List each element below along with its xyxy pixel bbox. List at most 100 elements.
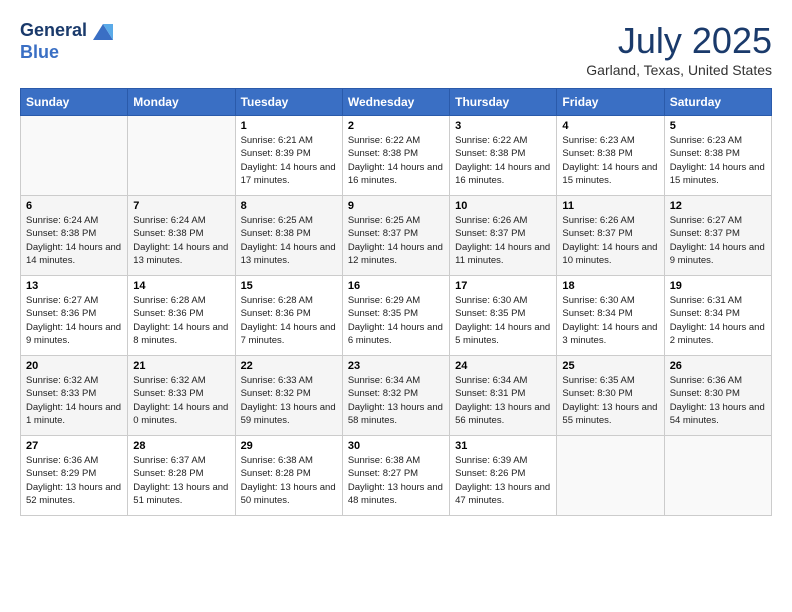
day-number: 18 [562, 280, 658, 292]
day-info: Sunrise: 6:28 AM Sunset: 8:36 PM Dayligh… [133, 294, 229, 347]
day-number: 26 [670, 360, 766, 372]
day-number: 23 [348, 360, 444, 372]
calendar-cell: 19 Sunrise: 6:31 AM Sunset: 8:34 PM Dayli… [664, 276, 771, 356]
day-info: Sunrise: 6:25 AM Sunset: 8:37 PM Dayligh… [348, 214, 444, 267]
day-number: 31 [455, 440, 551, 452]
location: Garland, Texas, United States [586, 62, 772, 78]
weekday-header: Sunday [21, 89, 128, 116]
calendar-cell: 3 Sunrise: 6:22 AM Sunset: 8:38 PM Daylig… [450, 116, 557, 196]
page-header: General Blue July 2025 Garland, Texas, U… [20, 20, 772, 78]
calendar-cell: 26 Sunrise: 6:36 AM Sunset: 8:30 PM Dayli… [664, 356, 771, 436]
calendar-cell: 17 Sunrise: 6:30 AM Sunset: 8:35 PM Dayli… [450, 276, 557, 356]
calendar-cell: 21 Sunrise: 6:32 AM Sunset: 8:33 PM Dayli… [128, 356, 235, 436]
day-number: 3 [455, 120, 551, 132]
calendar-cell: 11 Sunrise: 6:26 AM Sunset: 8:37 PM Dayli… [557, 196, 664, 276]
calendar-table: SundayMondayTuesdayWednesdayThursdayFrid… [20, 88, 772, 516]
day-info: Sunrise: 6:33 AM Sunset: 8:32 PM Dayligh… [241, 374, 337, 427]
calendar-cell [21, 116, 128, 196]
day-number: 9 [348, 200, 444, 212]
day-info: Sunrise: 6:34 AM Sunset: 8:31 PM Dayligh… [455, 374, 551, 427]
calendar-cell: 13Sunrise: 6:27 AM Sunset: 8:36 PM Dayli… [21, 276, 128, 356]
day-info: Sunrise: 6:29 AM Sunset: 8:35 PM Dayligh… [348, 294, 444, 347]
weekday-header: Monday [128, 89, 235, 116]
day-info: Sunrise: 6:24 AM Sunset: 8:38 PM Dayligh… [133, 214, 229, 267]
day-number: 12 [670, 200, 766, 212]
day-info: Sunrise: 6:23 AM Sunset: 8:38 PM Dayligh… [562, 134, 658, 187]
day-number: 30 [348, 440, 444, 452]
day-number: 22 [241, 360, 337, 372]
day-info: Sunrise: 6:38 AM Sunset: 8:27 PM Dayligh… [348, 454, 444, 507]
calendar-week-row: 1Sunrise: 6:21 AM Sunset: 8:39 PM Daylig… [21, 116, 772, 196]
day-info: Sunrise: 6:30 AM Sunset: 8:35 PM Dayligh… [455, 294, 551, 347]
logo-text: General [20, 20, 119, 42]
calendar-cell: 20Sunrise: 6:32 AM Sunset: 8:33 PM Dayli… [21, 356, 128, 436]
calendar-cell: 16 Sunrise: 6:29 AM Sunset: 8:35 PM Dayli… [342, 276, 449, 356]
day-number: 16 [348, 280, 444, 292]
calendar-cell: 10 Sunrise: 6:26 AM Sunset: 8:37 PM Dayli… [450, 196, 557, 276]
day-info: Sunrise: 6:26 AM Sunset: 8:37 PM Dayligh… [455, 214, 551, 267]
day-info: Sunrise: 6:31 AM Sunset: 8:34 PM Dayligh… [670, 294, 766, 347]
calendar-cell: 25Sunrise: 6:35 AM Sunset: 8:30 PM Dayli… [557, 356, 664, 436]
calendar-week-row: 20 Sunrise: 6:32 AM Sunset: 8:33 PM Dayli… [21, 356, 772, 436]
day-info: Sunrise: 6:27 AM Sunset: 8:36 PM Dayligh… [26, 294, 122, 347]
month-title: July 2025 [586, 20, 772, 62]
day-number: 19 [670, 280, 766, 292]
day-number: 20 [26, 360, 122, 372]
calendar-cell: 15 Sunrise: 6:28 AM Sunset: 8:36 PM Dayli… [235, 276, 342, 356]
day-number: 1 [241, 120, 337, 132]
day-number: 5 [670, 120, 766, 132]
calendar-cell: 24 Sunrise: 6:34 AM Sunset: 8:31 PM Dayli… [450, 356, 557, 436]
day-number: 21 [133, 360, 229, 372]
day-number: 15 [241, 280, 337, 292]
weekday-header: Friday [557, 89, 664, 116]
day-info: Sunrise: 6:39 AM Sunset: 8:26 PM Dayligh… [455, 454, 551, 507]
day-number: 14 [133, 280, 229, 292]
day-number: 27 [26, 440, 122, 452]
calendar-cell: 1Sunrise: 6:21 AM Sunset: 8:39 PM Daylig… [235, 116, 342, 196]
calendar-cell: 2Sunrise: 6:22 AM Sunset: 8:38 PM Daylig… [342, 116, 449, 196]
calendar-cell: 29Sunrise: 6:38 AM Sunset: 8:28 PM Dayli… [235, 436, 342, 516]
calendar-cell: 7 Sunrise: 6:24 AM Sunset: 8:38 PM Daylig… [128, 196, 235, 276]
calendar-week-row: 27 Sunrise: 6:36 AM Sunset: 8:29 PM Dayli… [21, 436, 772, 516]
logo: General Blue [20, 20, 119, 63]
calendar-cell [664, 436, 771, 516]
calendar-cell: 18Sunrise: 6:30 AM Sunset: 8:34 PM Dayli… [557, 276, 664, 356]
logo-blue: Blue [20, 42, 119, 63]
weekday-header: Thursday [450, 89, 557, 116]
calendar-week-row: 6 Sunrise: 6:24 AM Sunset: 8:38 PM Daylig… [21, 196, 772, 276]
calendar-cell: 28Sunrise: 6:37 AM Sunset: 8:28 PM Dayli… [128, 436, 235, 516]
day-info: Sunrise: 6:25 AM Sunset: 8:38 PM Dayligh… [241, 214, 337, 267]
day-info: Sunrise: 6:32 AM Sunset: 8:33 PM Dayligh… [133, 374, 229, 427]
calendar-cell: 6 Sunrise: 6:24 AM Sunset: 8:38 PM Daylig… [21, 196, 128, 276]
calendar-cell: 4Sunrise: 6:23 AM Sunset: 8:38 PM Daylig… [557, 116, 664, 196]
day-number: 2 [348, 120, 444, 132]
title-area: July 2025 Garland, Texas, United States [586, 20, 772, 78]
day-number: 7 [133, 200, 229, 212]
day-number: 11 [562, 200, 658, 212]
calendar-cell: 9 Sunrise: 6:25 AM Sunset: 8:37 PM Daylig… [342, 196, 449, 276]
day-info: Sunrise: 6:22 AM Sunset: 8:38 PM Dayligh… [455, 134, 551, 187]
day-number: 17 [455, 280, 551, 292]
weekday-header: Tuesday [235, 89, 342, 116]
day-info: Sunrise: 6:27 AM Sunset: 8:37 PM Dayligh… [670, 214, 766, 267]
day-info: Sunrise: 6:38 AM Sunset: 8:28 PM Dayligh… [241, 454, 337, 507]
calendar-cell: 5Sunrise: 6:23 AM Sunset: 8:38 PM Daylig… [664, 116, 771, 196]
day-info: Sunrise: 6:36 AM Sunset: 8:29 PM Dayligh… [26, 454, 122, 507]
calendar-cell: 22 Sunrise: 6:33 AM Sunset: 8:32 PM Dayli… [235, 356, 342, 436]
day-info: Sunrise: 6:26 AM Sunset: 8:37 PM Dayligh… [562, 214, 658, 267]
day-number: 24 [455, 360, 551, 372]
day-info: Sunrise: 6:36 AM Sunset: 8:30 PM Dayligh… [670, 374, 766, 427]
weekday-header-row: SundayMondayTuesdayWednesdayThursdayFrid… [21, 89, 772, 116]
calendar-cell: 31 Sunrise: 6:39 AM Sunset: 8:26 PM Dayli… [450, 436, 557, 516]
day-number: 6 [26, 200, 122, 212]
day-info: Sunrise: 6:35 AM Sunset: 8:30 PM Dayligh… [562, 374, 658, 427]
calendar-cell: 8Sunrise: 6:25 AM Sunset: 8:38 PM Daylig… [235, 196, 342, 276]
day-info: Sunrise: 6:37 AM Sunset: 8:28 PM Dayligh… [133, 454, 229, 507]
day-info: Sunrise: 6:28 AM Sunset: 8:36 PM Dayligh… [241, 294, 337, 347]
weekday-header: Saturday [664, 89, 771, 116]
logo-icon [89, 20, 117, 42]
day-info: Sunrise: 6:24 AM Sunset: 8:38 PM Dayligh… [26, 214, 122, 267]
calendar-week-row: 13Sunrise: 6:27 AM Sunset: 8:36 PM Dayli… [21, 276, 772, 356]
calendar-cell: 12 Sunrise: 6:27 AM Sunset: 8:37 PM Dayli… [664, 196, 771, 276]
day-number: 10 [455, 200, 551, 212]
